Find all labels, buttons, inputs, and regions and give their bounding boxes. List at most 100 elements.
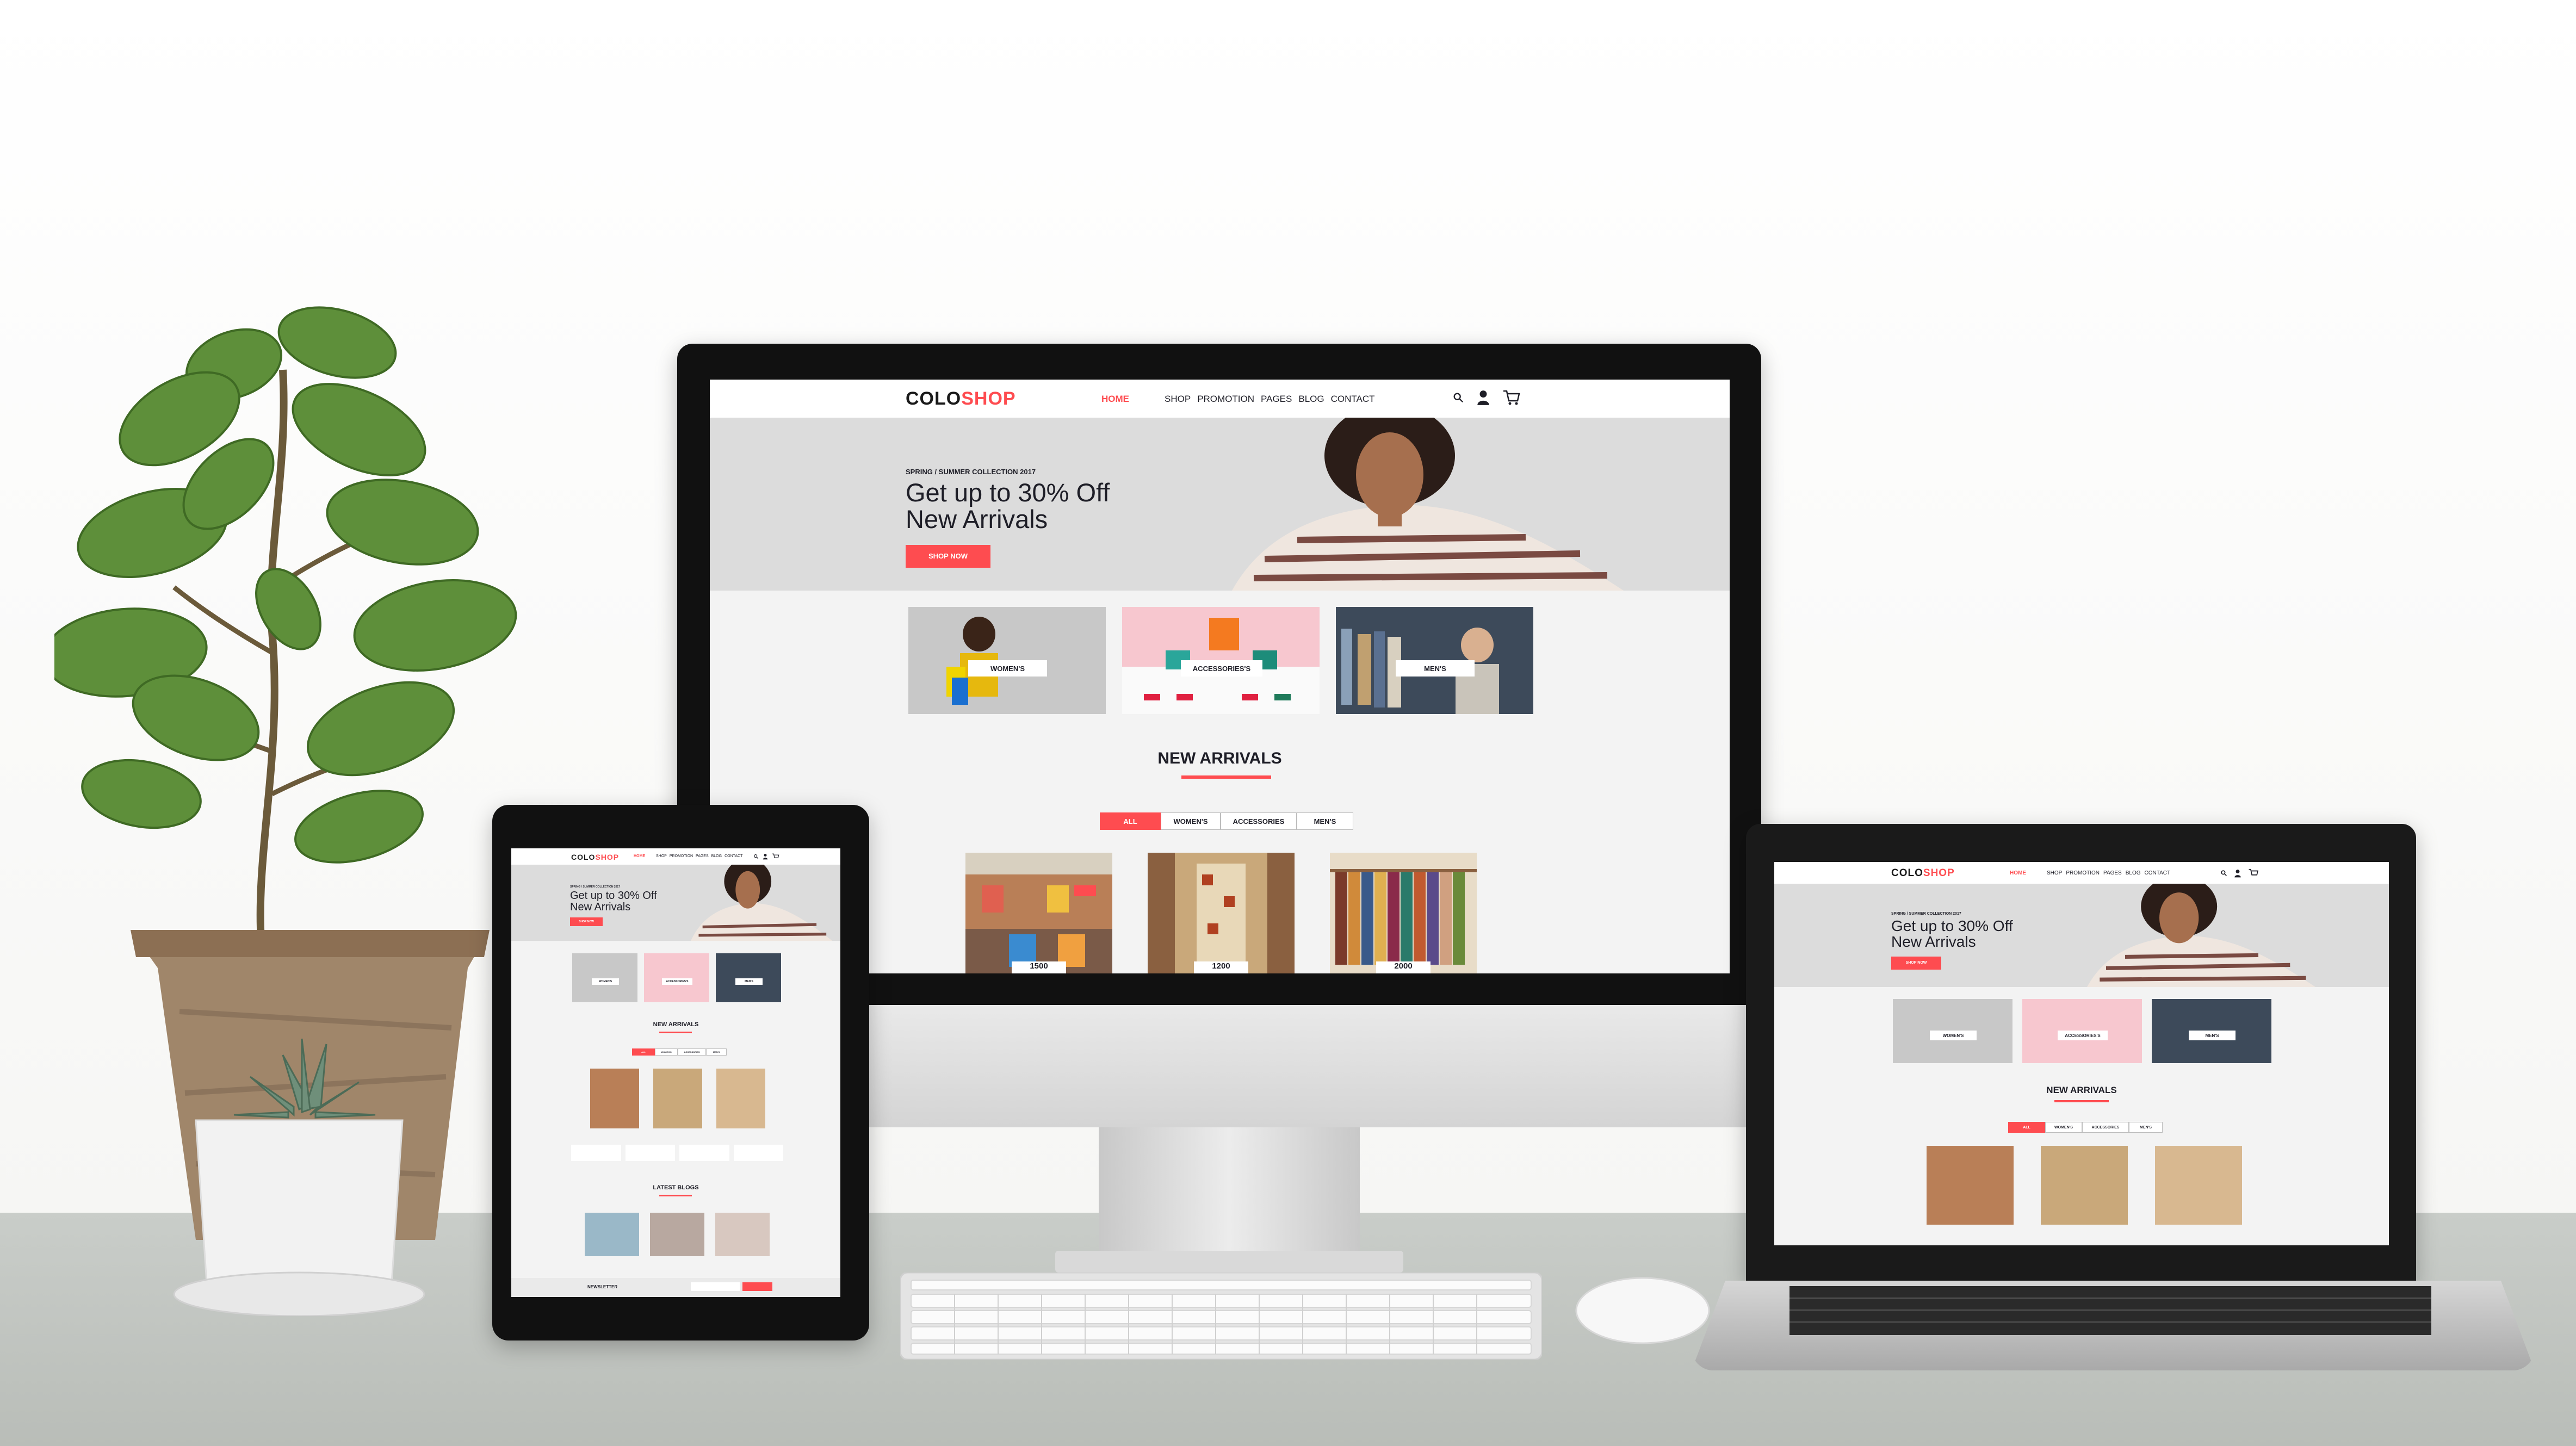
top-navigation: COLOSHOP HOME SHOP PROMOTION PAGES BLOG … bbox=[1774, 862, 2389, 884]
hero-banner: SPRING / SUMMER COLLECTION 2017 Get up t… bbox=[710, 418, 1730, 591]
product-card[interactable] bbox=[716, 1069, 765, 1128]
nav-icons bbox=[2220, 868, 2259, 878]
nav-promotion[interactable]: PROMOTION bbox=[1197, 394, 1254, 405]
nav-blog[interactable]: BLOG bbox=[711, 854, 722, 858]
main-menu: HOME SHOP PROMOTION PAGES BLOG CONTACT bbox=[2010, 870, 2170, 876]
nav-blog[interactable]: BLOG bbox=[1298, 394, 1324, 405]
hero-subtitle: SPRING / SUMMER COLLECTION 2017 bbox=[906, 468, 1036, 476]
blog-card[interactable] bbox=[715, 1213, 770, 1256]
user-icon[interactable] bbox=[763, 853, 768, 860]
filter-mens[interactable]: MEN'S bbox=[1297, 812, 1353, 830]
banner-womens[interactable]: WOMEN'S bbox=[908, 607, 1106, 714]
laptop-screen: COLOSHOP HOME SHOP PROMOTION PAGES BLOG … bbox=[1774, 862, 2389, 1245]
laptop-keyboard-illustration bbox=[1789, 1286, 2431, 1335]
user-icon[interactable] bbox=[2234, 869, 2241, 878]
category-banners: WOMEN'S ACCESSORIES'S MEN'S bbox=[1893, 999, 2271, 1063]
product-filters: ALL WOMEN'S ACCESSORIES MEN'S bbox=[2008, 1122, 2163, 1133]
site-logo[interactable]: COLOSHOP bbox=[571, 853, 619, 861]
product-price: 1500 bbox=[1012, 961, 1066, 973]
product-filters: ALL WOMEN'S ACCESSORIES MEN'S bbox=[632, 1048, 727, 1056]
banner-mens-label: MEN'S bbox=[1396, 660, 1475, 677]
hero-subtitle: SPRING / SUMMER COLLECTION 2017 bbox=[570, 885, 620, 889]
nav-shop[interactable]: SHOP bbox=[656, 854, 667, 858]
cart-icon[interactable] bbox=[772, 853, 779, 860]
blog-card[interactable] bbox=[585, 1213, 639, 1256]
hero-banner: SPRING / SUMMER COLLECTION 2017 Get up t… bbox=[511, 865, 840, 941]
product-card[interactable] bbox=[1927, 1146, 2014, 1225]
nav-contact[interactable]: CONTACT bbox=[725, 854, 742, 858]
search-icon[interactable] bbox=[753, 854, 759, 859]
hero-title-line2: New Arrivals bbox=[906, 505, 1048, 534]
user-icon[interactable] bbox=[1476, 389, 1490, 406]
nav-home[interactable]: HOME bbox=[1101, 394, 1129, 405]
newsletter-bar: NEWSLETTER bbox=[511, 1278, 840, 1297]
nav-promotion[interactable]: PROMOTION bbox=[670, 854, 693, 858]
newsletter-subscribe-button[interactable] bbox=[742, 1282, 772, 1291]
shop-now-button[interactable]: SHOP NOW bbox=[570, 917, 603, 926]
banner-mens[interactable]: MEN'S bbox=[716, 953, 781, 1002]
hero-model-image bbox=[1232, 418, 1624, 591]
nav-icons bbox=[753, 853, 779, 860]
hero-title-line1: Get up to 30% Off bbox=[570, 890, 657, 902]
search-icon[interactable] bbox=[2220, 870, 2227, 877]
nav-contact[interactable]: CONTACT bbox=[1331, 394, 1375, 405]
hero-subtitle: SPRING / SUMMER COLLECTION 2017 bbox=[1891, 912, 1961, 916]
site-logo[interactable]: COLOSHOP bbox=[1891, 867, 1955, 879]
mouse-illustration bbox=[1575, 1277, 1710, 1344]
product-card[interactable] bbox=[2155, 1146, 2242, 1225]
product-card[interactable] bbox=[2041, 1146, 2128, 1225]
hero-title-line1: Get up to 30% Off bbox=[906, 478, 1110, 507]
latest-blogs-title: LATEST BLOGS bbox=[653, 1184, 699, 1191]
cart-icon[interactable] bbox=[1502, 389, 1521, 406]
nav-pages[interactable]: PAGES bbox=[696, 854, 709, 858]
banner-accessories[interactable]: ACCESSORIES'S bbox=[644, 953, 709, 1002]
banner-mens[interactable]: MEN'S bbox=[2152, 999, 2271, 1063]
nav-blog[interactable]: BLOG bbox=[2126, 870, 2141, 876]
features-row bbox=[571, 1145, 783, 1161]
nav-icons bbox=[1452, 389, 1521, 406]
tablet-screen: COLOSHOP HOME SHOP PROMOTION PAGES BLOG … bbox=[511, 848, 840, 1297]
top-navigation: COLOSHOP HOME SHOP PROMOTION PAGES BLOG … bbox=[511, 848, 840, 865]
nav-home[interactable]: HOME bbox=[634, 854, 645, 858]
newsletter-title: NEWSLETTER bbox=[587, 1284, 618, 1289]
nav-pages[interactable]: PAGES bbox=[2103, 870, 2122, 876]
product-filters: ALL WOMEN'S ACCESSORIES MEN'S bbox=[1100, 812, 1353, 830]
nav-shop[interactable]: SHOP bbox=[2047, 870, 2062, 876]
filter-all[interactable]: ALL bbox=[1100, 812, 1161, 830]
nav-promotion[interactable]: PROMOTION bbox=[2066, 870, 2100, 876]
main-menu: HOME SHOP PROMOTION PAGES BLOG CONTACT bbox=[1101, 394, 1375, 405]
nav-shop[interactable]: SHOP bbox=[1165, 394, 1191, 405]
new-arrivals-title: NEW ARRIVALS bbox=[2046, 1085, 2117, 1095]
hero-title-line1: Get up to 30% Off bbox=[1891, 917, 2013, 934]
banner-womens[interactable]: WOMEN'S bbox=[572, 953, 637, 1002]
blog-grid bbox=[585, 1213, 770, 1256]
product-card[interactable] bbox=[590, 1069, 639, 1128]
nav-home[interactable]: HOME bbox=[2010, 870, 2026, 876]
monitor-stand bbox=[1099, 1127, 1360, 1255]
nav-pages[interactable]: PAGES bbox=[1261, 394, 1292, 405]
product-price: 1200 bbox=[1194, 961, 1248, 973]
blog-card[interactable] bbox=[650, 1213, 704, 1256]
banner-accessories[interactable]: ACCESSORIES'S bbox=[2022, 999, 2142, 1063]
filter-accessories[interactable]: ACCESSORIES bbox=[1221, 812, 1297, 830]
product-card[interactable]: 2000 bbox=[1330, 853, 1477, 973]
cart-icon[interactable] bbox=[2248, 868, 2259, 878]
banner-accessories[interactable]: ACCESSORIES'S bbox=[1122, 607, 1320, 714]
product-card[interactable] bbox=[653, 1069, 702, 1128]
category-banners: WOMEN'S ACCESSORIES'S MEN'S bbox=[572, 953, 781, 1002]
top-navigation: COLOSHOP HOME SHOP PROMOTION PAGES BLOG … bbox=[710, 380, 1730, 418]
product-card[interactable]: 1200 bbox=[1148, 853, 1295, 973]
banner-womens[interactable]: WOMEN'S bbox=[1893, 999, 2013, 1063]
site-logo[interactable]: COLOSHOP bbox=[906, 388, 1016, 409]
category-banners: WOMEN'S ACCESSORIES'S MEN'S bbox=[908, 607, 1533, 714]
product-card[interactable]: 1500 bbox=[965, 853, 1112, 973]
keyboard-illustration bbox=[900, 1273, 1542, 1360]
new-arrivals-title: NEW ARRIVALS bbox=[1157, 749, 1282, 767]
nav-contact[interactable]: CONTACT bbox=[2145, 870, 2171, 876]
shop-now-button[interactable]: SHOP NOW bbox=[1891, 956, 1941, 970]
filter-womens[interactable]: WOMEN'S bbox=[1161, 812, 1221, 830]
search-icon[interactable] bbox=[1452, 392, 1464, 404]
banner-mens[interactable]: MEN'S bbox=[1336, 607, 1533, 714]
shop-now-button[interactable]: SHOP NOW bbox=[906, 544, 990, 568]
newsletter-email-input[interactable] bbox=[691, 1282, 740, 1291]
